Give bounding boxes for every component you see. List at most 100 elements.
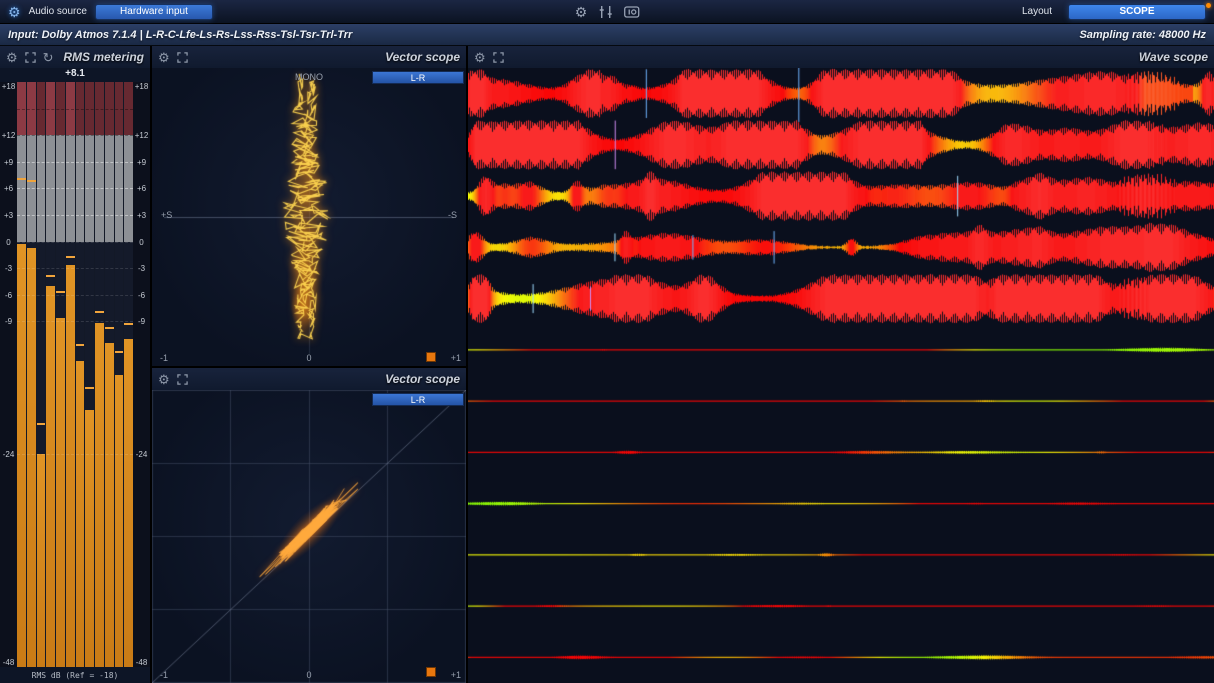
scale-tick-label: -48 [133, 658, 150, 667]
meter-gridline [17, 268, 133, 269]
gear-icon[interactable]: ⚙ [158, 373, 170, 386]
top-toolbar: ⚙ Audio source Hardware input ⚙ Layout S… [0, 0, 1214, 24]
rms-meter-bar [46, 82, 55, 667]
main-area: ⚙ ↻ RMS metering +8.1 +18 +12 +9 +6 +3 0 -3 -6 -… [0, 46, 1214, 683]
rms-meter-bar [76, 82, 85, 667]
fullscreen-icon[interactable] [177, 374, 188, 385]
scale-tick-label: 0 [133, 238, 150, 247]
scale-tick-label: +18 [0, 82, 17, 91]
gear-icon[interactable]: ⚙ [474, 51, 486, 64]
gear-icon[interactable]: ⚙ [6, 51, 18, 64]
vector-scope-column: ⚙ Vector scope L-R MONO +S -S -1 0 +1 [152, 46, 466, 683]
rms-meter-bar [27, 82, 36, 667]
rms-scale-right: +18+12+9+6+30-3-6-9-24-48 [133, 82, 150, 667]
mono-axis-label: MONO [295, 72, 323, 82]
fullscreen-icon[interactable] [177, 52, 188, 63]
meter-gridline [17, 321, 133, 322]
rms-panel-header: ⚙ ↻ RMS metering [0, 46, 150, 68]
rms-meter-area: +18 +12 +9 +6 +3 0 -3 -6 -9 -24 -48 +18 +12 +9 +6 +3 0 -… [0, 82, 150, 667]
scale-tick-label: +6 [133, 184, 150, 193]
channel-pair-button[interactable]: L-R [372, 71, 464, 84]
scale-tick-label: -3 [133, 264, 150, 273]
gear-icon[interactable]: ⚙ [158, 51, 170, 64]
wave-scope-display [468, 68, 1214, 683]
rms-meter-bar [115, 82, 124, 667]
rms-readout: +8.1 [0, 68, 150, 82]
rms-metering-panel: ⚙ ↻ RMS metering +8.1 +18 +12 +9 +6 +3 0 -3 -6 -… [0, 46, 150, 683]
gear-icon[interactable]: ⚙ [575, 5, 588, 19]
reset-icon[interactable]: ↻ [43, 51, 54, 64]
rms-panel-title: RMS metering [63, 50, 144, 64]
rms-meter-bar [124, 82, 133, 667]
scale-tick-label: -24 [0, 450, 17, 459]
axis-max-label: +1 [451, 353, 461, 363]
rms-meter-bar [95, 82, 104, 667]
toolbar-left-group: ⚙ Audio source Hardware input [8, 4, 213, 20]
vector-scope-top-panel: ⚙ Vector scope L-R MONO +S -S -1 0 +1 [152, 46, 466, 366]
axis-min-label: -1 [160, 670, 168, 680]
scale-tick-label: +18 [133, 82, 150, 91]
layout-button[interactable]: Layout [1022, 6, 1052, 17]
scale-tick-label: +3 [133, 211, 150, 220]
toolbar-right-group: Layout SCOPE [1022, 4, 1206, 20]
rms-meter-bar [17, 82, 26, 667]
axis-min-label: -1 [160, 353, 168, 363]
input-format-label: Input: Dolby Atmos 7.1.4 | L-R-C-Lfe-Ls-… [8, 29, 352, 41]
vector-scope-display [152, 68, 466, 366]
audio-source-label: Audio source [29, 6, 87, 17]
io-routing-icon[interactable] [623, 6, 639, 18]
scope-button[interactable]: SCOPE [1068, 4, 1206, 20]
vector-bottom-title: Vector scope [385, 372, 460, 386]
scale-tick-label: +3 [0, 211, 17, 220]
scope-mode-swatch[interactable] [426, 667, 436, 677]
axis-mid-label: 0 [306, 353, 311, 363]
scale-tick-label: -6 [0, 291, 17, 300]
meter-gridline [17, 215, 133, 216]
axis-mid-label: 0 [306, 670, 311, 680]
scale-tick-label: -6 [133, 291, 150, 300]
meter-gridline [17, 242, 133, 243]
rms-footer-label: RMS dB (Ref = -18) [0, 667, 150, 683]
fullscreen-icon[interactable] [493, 52, 504, 63]
scale-tick-label: -9 [0, 317, 17, 326]
hardware-input-button[interactable]: Hardware input [95, 4, 213, 20]
scale-tick-label: 0 [0, 238, 17, 247]
analyzer-app: ⚙ Audio source Hardware input ⚙ Layout S… [0, 0, 1214, 683]
toolbar-center-group: ⚙ [575, 5, 640, 19]
vector-top-display-area: L-R MONO +S -S -1 0 +1 [152, 68, 466, 366]
vector-bottom-header: ⚙ Vector scope [152, 368, 466, 390]
rms-meter-bar [66, 82, 75, 667]
axis-max-label: +1 [451, 670, 461, 680]
wave-panel-title: Wave scope [1139, 50, 1208, 64]
wave-scope-panel: ⚙ Wave scope [468, 46, 1214, 683]
settings-gear-icon[interactable]: ⚙ [8, 5, 21, 19]
scale-tick-label: +6 [0, 184, 17, 193]
rms-meter-bar [56, 82, 65, 667]
scale-tick-label: +9 [133, 158, 150, 167]
rms-meter-bar [37, 82, 46, 667]
meter-gridline [17, 454, 133, 455]
rms-meter-bar [105, 82, 114, 667]
scale-tick-label: +12 [0, 131, 17, 140]
rms-scale-left: +18+12+9+6+30-3-6-9-24-48 [0, 82, 17, 667]
meter-gridline [17, 188, 133, 189]
meter-gridline [17, 295, 133, 296]
scope-mode-swatch[interactable] [426, 352, 436, 362]
vector-scope-bottom-panel: ⚙ Vector scope L-R -1 0 +1 [152, 368, 466, 683]
scale-tick-label: -9 [133, 317, 150, 326]
vector-top-title: Vector scope [385, 50, 460, 64]
minus-s-axis-label: -S [448, 210, 457, 220]
scale-tick-label: +12 [133, 131, 150, 140]
status-dot [1206, 3, 1211, 8]
info-bar: Input: Dolby Atmos 7.1.4 | L-R-C-Lfe-Ls-… [0, 24, 1214, 46]
scale-tick-label: +9 [0, 158, 17, 167]
scale-tick-label: -48 [0, 658, 17, 667]
rms-meter-bar [85, 82, 94, 667]
meter-gridline [17, 135, 133, 136]
channel-pair-button[interactable]: L-R [372, 393, 464, 406]
sliders-icon[interactable] [598, 5, 612, 19]
plus-s-axis-label: +S [161, 210, 172, 220]
fullscreen-icon[interactable] [25, 52, 36, 63]
meter-gridline [17, 109, 133, 110]
vector-bottom-display-area: L-R -1 0 +1 [152, 390, 466, 683]
